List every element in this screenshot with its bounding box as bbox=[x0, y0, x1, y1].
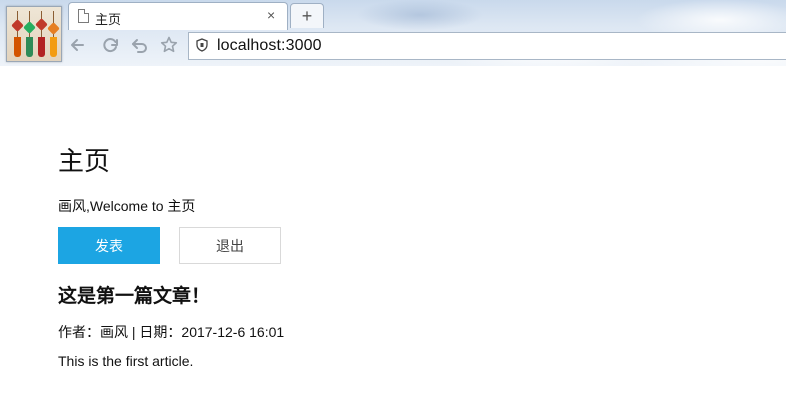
history-back-icon bbox=[132, 39, 147, 53]
reload-icon bbox=[103, 38, 118, 53]
tab-close-icon[interactable]: × bbox=[267, 7, 275, 23]
avatar[interactable] bbox=[6, 6, 62, 62]
tassel-decoration bbox=[11, 11, 24, 57]
back-button[interactable] bbox=[67, 35, 89, 55]
history-back-button[interactable] bbox=[129, 35, 151, 55]
browser-tab[interactable]: 主页 × bbox=[68, 2, 288, 30]
page-icon bbox=[78, 9, 89, 23]
favorite-button[interactable] bbox=[158, 35, 180, 55]
shield-icon bbox=[196, 38, 208, 52]
logout-button[interactable]: 退出 bbox=[179, 227, 281, 264]
favorite-star-icon bbox=[160, 36, 178, 53]
article-meta: 作者：画风 | 日期：2017-12-6 16:01 bbox=[58, 324, 285, 340]
tassel-decoration bbox=[23, 11, 36, 57]
address-bar[interactable]: localhost:3000 bbox=[188, 32, 786, 60]
address-text[interactable]: localhost:3000 bbox=[217, 37, 322, 55]
article-title[interactable]: 这是第一篇文章！ bbox=[58, 281, 210, 308]
back-icon bbox=[71, 39, 84, 51]
page-title: 主页 bbox=[58, 147, 111, 177]
publish-button[interactable]: 发表 bbox=[58, 227, 160, 264]
reload-button[interactable] bbox=[100, 35, 122, 55]
new-tab-button[interactable]: + bbox=[290, 3, 324, 28]
tassel-decoration bbox=[35, 11, 48, 57]
tab-title: 主页 bbox=[95, 12, 122, 27]
tassel-decoration bbox=[47, 11, 60, 57]
browser-chrome: 主页 × + localhost:3000 bbox=[0, 0, 786, 66]
article-body: This is the first article. bbox=[58, 353, 194, 369]
welcome-message: 画风,Welcome to 主页 bbox=[58, 198, 196, 214]
